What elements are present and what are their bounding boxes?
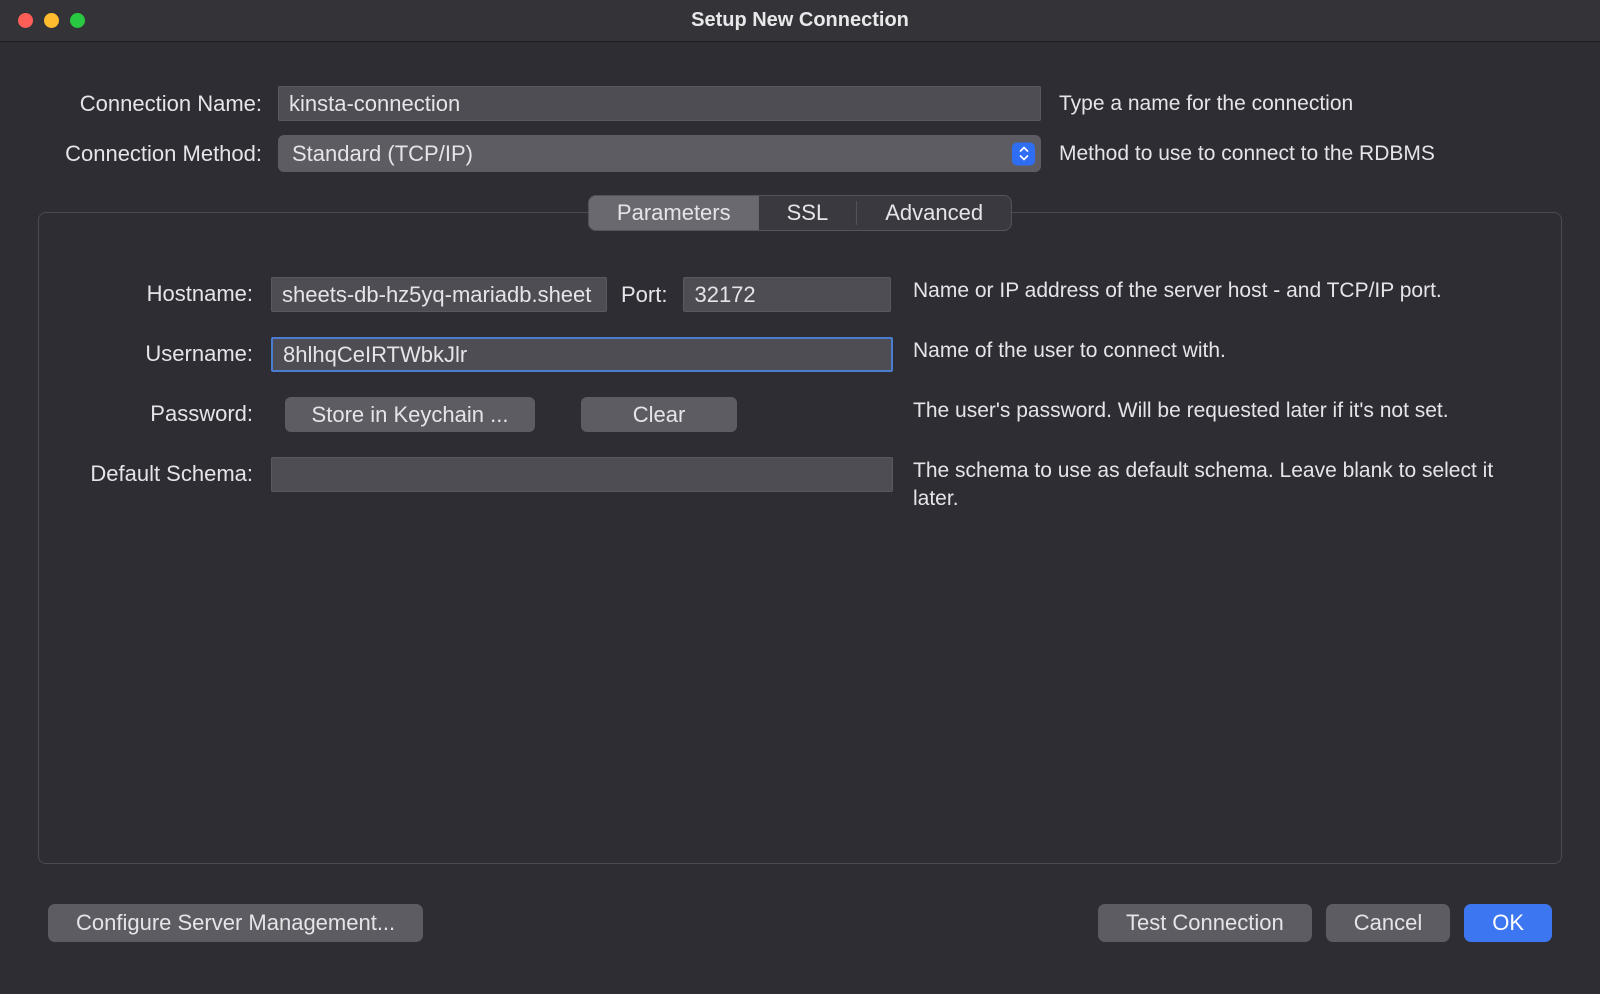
tab-parameters[interactable]: Parameters xyxy=(589,196,759,230)
parameters-content: Hostname: Port: Name or IP address of th… xyxy=(39,263,1561,553)
window-title: Setup New Connection xyxy=(691,9,909,32)
connection-name-input[interactable] xyxy=(278,86,1041,121)
maximize-button[interactable] xyxy=(70,13,85,28)
hostname-hint: Name or IP address of the server host - … xyxy=(893,277,1531,305)
hostname-label: Hostname: xyxy=(69,277,271,307)
dialog-window: Setup New Connection Connection Name: Ty… xyxy=(0,0,1600,994)
store-keychain-button[interactable]: Store in Keychain ... xyxy=(285,397,535,432)
password-row: Password: Store in Keychain ... Clear Th… xyxy=(69,397,1531,432)
username-row: Username: Name of the user to connect wi… xyxy=(69,337,1531,372)
default-schema-row: Default Schema: The schema to use as def… xyxy=(69,457,1531,514)
tab-bar: Parameters SSL Advanced xyxy=(588,195,1012,231)
content-area: Connection Name: Type a name for the con… xyxy=(0,42,1600,994)
connection-method-value: Standard (TCP/IP) xyxy=(278,135,1041,172)
username-controls xyxy=(271,337,893,372)
hostname-controls: Port: xyxy=(271,277,893,312)
password-controls: Store in Keychain ... Clear xyxy=(271,397,893,432)
cancel-button[interactable]: Cancel xyxy=(1326,904,1450,942)
ok-button[interactable]: OK xyxy=(1464,904,1552,942)
clear-password-button[interactable]: Clear xyxy=(581,397,737,432)
tabs-panel: Parameters SSL Advanced Hostname: Port: … xyxy=(38,212,1562,864)
minimize-button[interactable] xyxy=(44,13,59,28)
connection-name-label: Connection Name: xyxy=(38,91,278,117)
username-hint: Name of the user to connect with. xyxy=(893,337,1531,365)
close-button[interactable] xyxy=(18,13,33,28)
port-input[interactable] xyxy=(683,277,891,312)
connection-name-row: Connection Name: Type a name for the con… xyxy=(38,86,1562,121)
configure-server-button[interactable]: Configure Server Management... xyxy=(48,904,423,942)
default-schema-hint: The schema to use as default schema. Lea… xyxy=(893,457,1531,514)
default-schema-controls xyxy=(271,457,893,492)
window-controls xyxy=(0,13,85,28)
password-hint: The user's password. Will be requested l… xyxy=(893,397,1531,425)
default-schema-label: Default Schema: xyxy=(69,457,271,487)
tab-ssl[interactable]: SSL xyxy=(759,196,857,230)
select-caret-icon xyxy=(1012,142,1035,165)
connection-method-label: Connection Method: xyxy=(38,141,278,167)
connection-method-select[interactable]: Standard (TCP/IP) xyxy=(278,135,1041,172)
connection-method-row: Connection Method: Standard (TCP/IP) Met… xyxy=(38,135,1562,172)
username-label: Username: xyxy=(69,337,271,367)
hostname-input[interactable] xyxy=(271,277,607,312)
tab-advanced[interactable]: Advanced xyxy=(857,196,1011,230)
connection-name-hint: Type a name for the connection xyxy=(1059,92,1562,116)
connection-method-hint: Method to use to connect to the RDBMS xyxy=(1059,142,1562,166)
port-label: Port: xyxy=(621,282,667,308)
password-label: Password: xyxy=(69,397,271,427)
hostname-row: Hostname: Port: Name or IP address of th… xyxy=(69,277,1531,312)
test-connection-button[interactable]: Test Connection xyxy=(1098,904,1312,942)
default-schema-input[interactable] xyxy=(271,457,893,492)
titlebar: Setup New Connection xyxy=(0,0,1600,42)
username-input[interactable] xyxy=(271,337,893,372)
footer: Configure Server Management... Test Conn… xyxy=(38,904,1562,994)
